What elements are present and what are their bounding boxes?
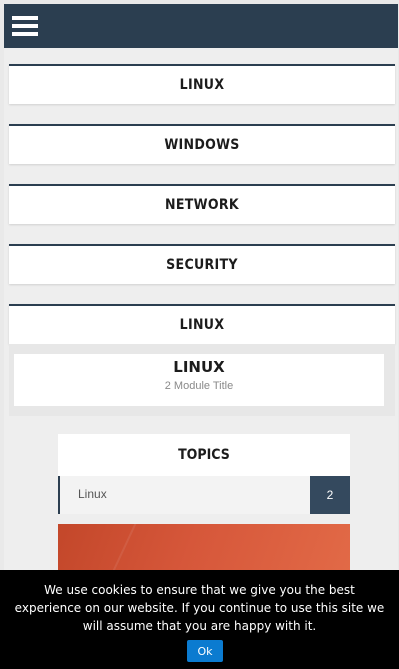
category-linux-button[interactable]: LINUX	[9, 64, 395, 104]
category-security-button[interactable]: SECURITY	[9, 244, 395, 284]
category-windows-button[interactable]: WINDOWS	[9, 124, 395, 164]
category-network-button[interactable]: NETWORK	[9, 184, 395, 224]
topic-count-badge: 2	[310, 476, 350, 514]
topic-label: Linux	[78, 487, 107, 501]
hamburger-icon[interactable]	[12, 16, 38, 36]
cookie-ok-button[interactable]: Ok	[187, 640, 223, 662]
module-subtitle: 2 Module Title	[164, 380, 234, 392]
module-card[interactable]: LINUX 2 Module Title	[14, 354, 384, 406]
cookie-notice: We use cookies to ensure that we give yo…	[0, 570, 399, 669]
category-linux-expanded-button[interactable]: LINUX	[9, 304, 395, 344]
topics-heading: TOPICS	[58, 434, 350, 476]
top-navbar	[4, 4, 398, 48]
module-title: LINUX	[173, 358, 225, 376]
cookie-message: We use cookies to ensure that we give yo…	[14, 583, 385, 633]
topic-item-linux[interactable]: Linux 2	[58, 476, 350, 514]
